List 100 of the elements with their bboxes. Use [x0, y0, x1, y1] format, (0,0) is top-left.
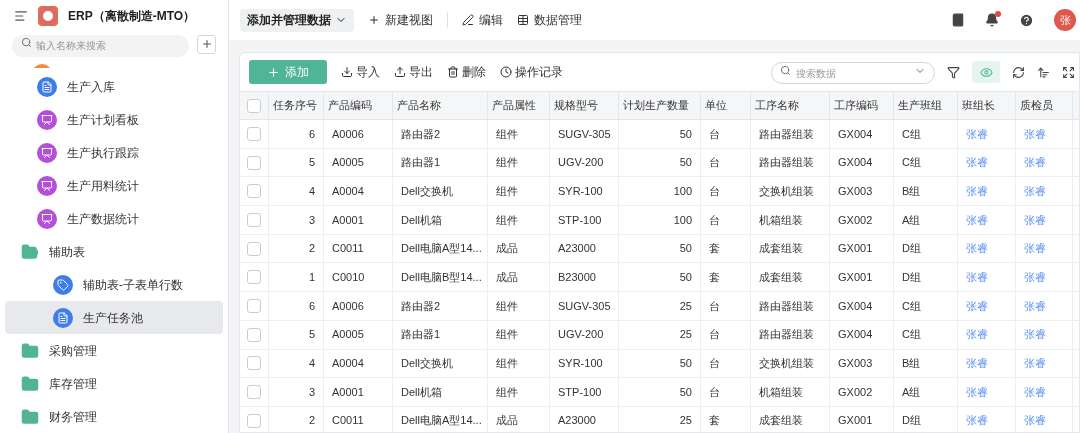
checkbox[interactable] — [247, 126, 261, 141]
sidebar-item[interactable]: 生产任务池 — [5, 301, 223, 334]
toolbar-button[interactable]: 删除 — [447, 63, 486, 81]
table-cell-text: GX003 — [838, 183, 873, 199]
table-cell-text: A23000 — [558, 413, 596, 429]
column-header[interactable]: 工序名称 — [751, 92, 830, 119]
table-icon — [517, 14, 529, 26]
sidebar-item[interactable]: 生产用料统计 — [5, 169, 223, 202]
sidebar-item[interactable]: 辅助表-子表单行数 — [5, 268, 223, 301]
toolbar-button[interactable]: 导出 — [394, 63, 433, 81]
document-icon — [37, 76, 57, 97]
table-cell-text: GX004 — [838, 298, 873, 314]
checkbox[interactable] — [247, 270, 261, 285]
table-cell-text: A0005 — [332, 155, 364, 171]
column-header[interactable]: 产品编码 — [324, 92, 393, 119]
view-dropdown[interactable]: 添加并管理数据 — [240, 8, 354, 32]
column-header[interactable]: 班组长 — [958, 92, 1016, 119]
checkbox[interactable] — [247, 356, 261, 371]
search-field[interactable]: 输入名称来搜索 — [12, 34, 189, 57]
table-cell-text: SUGV-305 — [558, 298, 611, 314]
table-cell-text: 4 — [308, 356, 315, 372]
table-cell-text: Dell机箱 — [401, 212, 442, 228]
sidebar-item[interactable]: 生产入库 — [5, 70, 223, 103]
toolbar-button[interactable]: 新建视图 — [368, 11, 433, 29]
column-header[interactable]: 生产班组 — [894, 92, 958, 119]
table-cell-text: Dell交换机 — [401, 183, 453, 199]
table-cell-text: SYR-100 — [558, 183, 603, 199]
checkbox[interactable] — [247, 327, 261, 342]
table-cell-text: 路由器1 — [401, 155, 441, 171]
checkbox[interactable] — [247, 298, 261, 313]
app-logo — [38, 6, 58, 27]
fullscreen-icon[interactable] — [1062, 65, 1075, 79]
search-icon — [780, 64, 791, 76]
table-cell-text: 路由器组装 — [759, 327, 814, 343]
help-icon[interactable] — [1019, 12, 1034, 28]
checkbox[interactable] — [247, 212, 261, 227]
table-cell-text: 交换机组装 — [759, 356, 814, 372]
table-cell-text: 机箱组装 — [759, 212, 803, 228]
column-header[interactable]: 工序编码 — [830, 92, 894, 119]
table-cell-text: A0004 — [332, 183, 364, 199]
dashboard-icon — [37, 175, 57, 196]
sidebar-item[interactable]: 生产执行跟踪 — [5, 136, 223, 169]
checkbox[interactable] — [247, 98, 261, 113]
search-field[interactable]: 搜索数据 — [771, 62, 935, 85]
view-toggle-button[interactable] — [972, 61, 1000, 83]
sidebar-item[interactable]: 采购管理 — [5, 334, 223, 367]
table-cell-text: GX004 — [838, 126, 873, 142]
filter-icon[interactable] — [947, 65, 960, 79]
sidebar-item[interactable]: 辅助表 — [5, 235, 223, 268]
user-avatar[interactable]: 张 — [1054, 9, 1076, 31]
table-cell-text: D组 — [902, 413, 921, 429]
table-cell-text: 组件 — [496, 212, 518, 228]
checkbox[interactable] — [247, 385, 261, 400]
table-cell-text: 5 — [308, 327, 315, 343]
column-header[interactable]: 产品名称 — [393, 92, 488, 119]
column-header[interactable]: 计划生产数量 — [619, 92, 701, 119]
table-cell-text: 成品 — [496, 241, 518, 257]
table-cell-text: 路由器1 — [401, 327, 441, 343]
sidebar-item[interactable]: 库存管理 — [5, 367, 223, 400]
checkbox[interactable] — [247, 155, 261, 170]
column-header[interactable]: 产品属性 — [488, 92, 550, 119]
column-header[interactable]: 质检员 — [1016, 92, 1073, 119]
table-cell-text: 组件 — [496, 126, 518, 142]
refresh-icon[interactable] — [1012, 65, 1025, 79]
toolbar-button[interactable]: 操作记录 — [500, 63, 563, 81]
column-header[interactable]: 单位 — [701, 92, 751, 119]
table-cell-text: 台 — [709, 327, 720, 343]
toolbar-button[interactable]: 导入 — [341, 63, 380, 81]
book-icon[interactable] — [951, 13, 965, 27]
column-header[interactable]: 任务序号 — [269, 92, 324, 119]
checkbox[interactable] — [247, 413, 261, 428]
table-cell-text: 6 — [308, 298, 315, 314]
table-cell-text: 组件 — [496, 155, 518, 171]
table-cell-text: 组件 — [496, 298, 518, 314]
sidebar-item[interactable]: 财务管理 — [5, 400, 223, 433]
table-cell-text: B组 — [902, 356, 921, 372]
sidebar-item[interactable]: 生产计划看板 — [5, 103, 223, 136]
plus-icon — [200, 38, 213, 51]
toolbar-button[interactable]: 数据管理 — [517, 11, 582, 29]
sort-icon[interactable] — [1037, 65, 1050, 79]
menu-icon[interactable] — [14, 9, 28, 24]
sidebar-item[interactable]: 生产数据统计 — [5, 202, 223, 235]
table-cell-text: 路由器2 — [401, 126, 441, 142]
table-cell-text: Dell电脑A型14... — [401, 413, 482, 429]
table-cell-text: C组 — [902, 327, 921, 343]
upload-icon — [394, 66, 406, 78]
checkbox[interactable] — [247, 241, 261, 256]
toolbar-button[interactable]: 编辑 — [462, 11, 503, 29]
table-cell-text: UGV-200 — [558, 327, 604, 343]
table-cell-text: C0010 — [332, 270, 365, 286]
table-cell-text: Dell机箱 — [401, 384, 442, 400]
column-header[interactable]: 规格型号 — [550, 92, 619, 119]
table-cell-text: C组 — [902, 126, 921, 142]
add-button[interactable] — [197, 34, 216, 54]
table-cell-text: Dell电脑A型14... — [401, 241, 482, 257]
table-cell-text: 25 — [679, 327, 692, 343]
checkbox[interactable] — [247, 184, 261, 199]
notification-icon[interactable] — [985, 13, 999, 27]
search-icon — [21, 37, 32, 49]
clock-icon — [500, 66, 512, 78]
